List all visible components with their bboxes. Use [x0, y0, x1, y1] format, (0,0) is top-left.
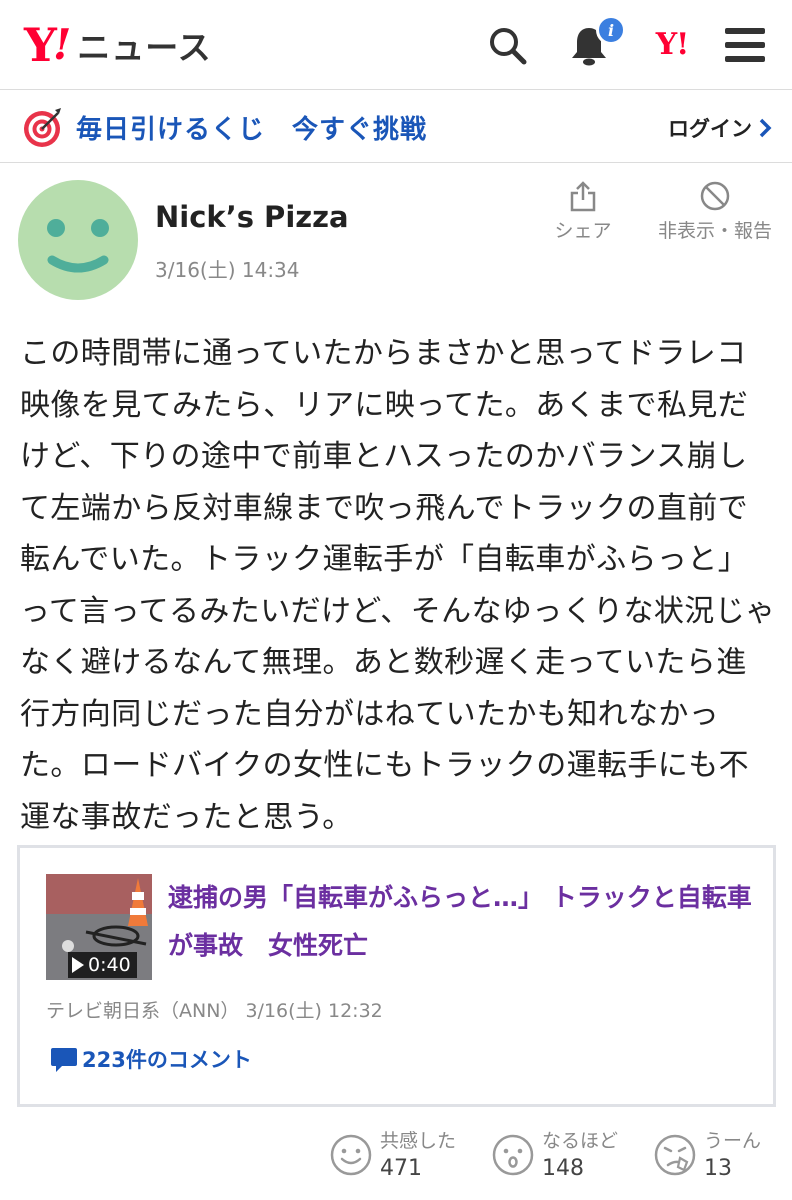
app-header: Y ! ニュース i Y!: [0, 0, 792, 90]
reaction-label: 共感した: [380, 1130, 457, 1152]
duration-text: 0:40: [88, 954, 131, 976]
surprised-face-icon: [492, 1134, 534, 1176]
reaction-count: 471: [380, 1156, 422, 1181]
reaction-label: なるほど: [542, 1130, 619, 1152]
avatar: [18, 180, 138, 300]
comment-body: この時間帯に通っていたからまさかと思ってドラレコ映像を見てみたら、リアに映ってた…: [20, 336, 776, 835]
hide-report-button[interactable]: 非表示・報告: [652, 180, 778, 243]
comments-count-label: 223件のコメント: [82, 1048, 252, 1072]
share-icon: [570, 181, 596, 212]
article-comments-link[interactable]: 223件のコメント: [50, 1044, 252, 1074]
thinking-face-icon: [654, 1134, 696, 1176]
play-icon: [72, 957, 84, 973]
article-title[interactable]: 逮捕の男「自転車がふらっと…」 トラックと自転車が事故 女性死亡: [168, 874, 758, 970]
hamburger-menu-icon: [725, 28, 765, 62]
chevron-right-icon: [759, 118, 772, 138]
target-icon: [24, 108, 61, 147]
yahoo-japan-button[interactable]: Y!: [644, 22, 700, 68]
article-card[interactable]: 0:40 逮捕の男「自転車がふらっと…」 トラックと自転車が事故 女性死亡 テレ…: [17, 845, 776, 1107]
reaction-count: 13: [704, 1156, 732, 1181]
logo-text: ニュース: [77, 28, 212, 67]
smile-face-icon: [330, 1134, 372, 1176]
block-icon: [700, 181, 730, 211]
search-icon: [490, 28, 527, 65]
video-duration: 0:40: [68, 952, 137, 978]
share-label: シェア: [554, 220, 612, 242]
yahoo-news-logo[interactable]: Y ! ニュース: [24, 20, 212, 70]
author-name[interactable]: Nick’s Pizza: [155, 200, 349, 234]
lottery-link[interactable]: 毎日引けるくじ 今すぐ挑戦: [76, 109, 427, 146]
logo-exclaim: !: [52, 20, 72, 69]
login-label: ログイン: [668, 117, 752, 141]
article-source: テレビ朝日系（ANN） 3/16(土) 12:32: [46, 1000, 383, 1022]
menu-button[interactable]: [722, 22, 768, 68]
notification-badge: i: [596, 15, 626, 45]
lottery-banner: 毎日引けるくじ 今すぐ挑戦 ログイン: [0, 91, 792, 163]
reaction-count: 148: [542, 1156, 584, 1181]
yahoo-japan-mark: Y!: [655, 27, 690, 62]
reaction-label: うーん: [704, 1130, 762, 1152]
hide-report-label: 非表示・報告: [657, 220, 772, 242]
search-button[interactable]: [484, 22, 530, 68]
comment-bubble-icon: [51, 1048, 77, 1072]
video-thumbnail[interactable]: 0:40: [46, 874, 152, 980]
login-link[interactable]: ログイン: [668, 113, 772, 143]
logo-mark: Y: [24, 18, 57, 72]
comment-date: 3/16(土) 14:34: [155, 258, 300, 282]
share-button[interactable]: シェア: [548, 180, 618, 243]
